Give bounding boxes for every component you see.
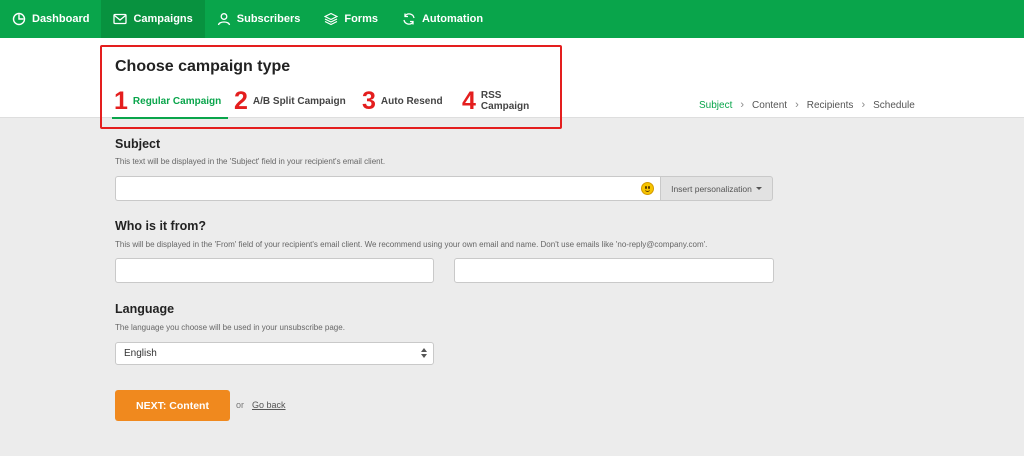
campaign-type-tabs: 1 Regular Campaign 2 A/B Split Campaign … [108, 84, 556, 119]
tab-auto-resend[interactable]: 3 Auto Resend [356, 84, 456, 118]
tab-number-3: 3 [362, 86, 376, 115]
language-selected-value: English [124, 348, 157, 359]
nav-subscribers-label: Subscribers [236, 13, 301, 25]
from-name-input[interactable] [115, 258, 434, 283]
tab-label: Regular Campaign [132, 95, 222, 107]
nav-campaigns[interactable]: Campaigns [101, 0, 205, 38]
insert-personalization-button[interactable]: Insert personalization [660, 176, 773, 201]
language-help-text: The language you choose will be used in … [115, 323, 345, 332]
emoji-icon[interactable] [641, 182, 654, 195]
envelope-icon [113, 12, 128, 26]
tab-label: RSS Campaign [480, 90, 530, 112]
language-select[interactable]: English [115, 342, 434, 365]
tab-number-4: 4 [462, 86, 476, 115]
tab-number-1: 1 [114, 86, 128, 115]
page-title: Choose campaign type [115, 58, 291, 75]
language-section-title: Language [115, 302, 175, 316]
nav-forms-label: Forms [344, 13, 378, 25]
nav-automation[interactable]: Automation [390, 0, 495, 38]
nav-automation-label: Automation [421, 13, 484, 25]
breadcrumb-content[interactable]: Content [752, 100, 787, 111]
insert-personalization-label: Insert personalization [671, 183, 752, 194]
tab-regular-campaign[interactable]: 1 Regular Campaign [108, 84, 228, 119]
tab-ab-split-campaign[interactable]: 2 A/B Split Campaign [228, 84, 356, 118]
refresh-icon [402, 12, 416, 26]
subject-help-text: This text will be displayed in the 'Subj… [115, 157, 386, 166]
breadcrumb: Subject › Content › Recipients › Schedul… [699, 99, 915, 111]
tab-rss-campaign[interactable]: 4 RSS Campaign [456, 84, 556, 118]
breadcrumb-schedule[interactable]: Schedule [873, 100, 915, 111]
chevron-right-icon: › [740, 99, 745, 111]
chevron-right-icon: › [795, 99, 799, 111]
go-back-link[interactable]: Go back [252, 400, 286, 410]
caret-down-icon [755, 187, 762, 190]
from-section-title: Who is it from? [115, 219, 206, 233]
nav-campaigns-label: Campaigns [133, 13, 193, 25]
user-icon [217, 12, 231, 26]
top-navbar: Dashboard Campaigns Subscribers Forms Au… [0, 0, 1024, 38]
next-content-button[interactable]: NEXT: Content [115, 390, 230, 421]
chevron-right-icon: › [861, 99, 866, 111]
layers-icon [324, 12, 339, 26]
from-help-text: This will be displayed in the 'From' fie… [115, 240, 708, 249]
breadcrumb-recipients[interactable]: Recipients [807, 100, 854, 111]
nav-dashboard-label: Dashboard [32, 13, 90, 25]
nav-subscribers[interactable]: Subscribers [205, 0, 313, 38]
tab-label: A/B Split Campaign [252, 95, 346, 107]
from-email-input[interactable] [454, 258, 774, 283]
select-arrows-icon [421, 348, 427, 358]
subject-section-title: Subject [115, 137, 161, 151]
nav-forms[interactable]: Forms [312, 0, 390, 38]
or-text: or [236, 400, 245, 410]
campaign-type-header: Choose campaign type 1 Regular Campaign … [0, 38, 1024, 119]
tab-label: Auto Resend [380, 95, 443, 107]
subject-input[interactable] [115, 176, 660, 201]
nav-dashboard[interactable]: Dashboard [0, 0, 101, 38]
subject-field-group: Insert personalization [115, 176, 773, 201]
breadcrumb-subject[interactable]: Subject [699, 100, 732, 111]
tab-number-2: 2 [234, 86, 248, 115]
pie-chart-icon [12, 12, 26, 26]
